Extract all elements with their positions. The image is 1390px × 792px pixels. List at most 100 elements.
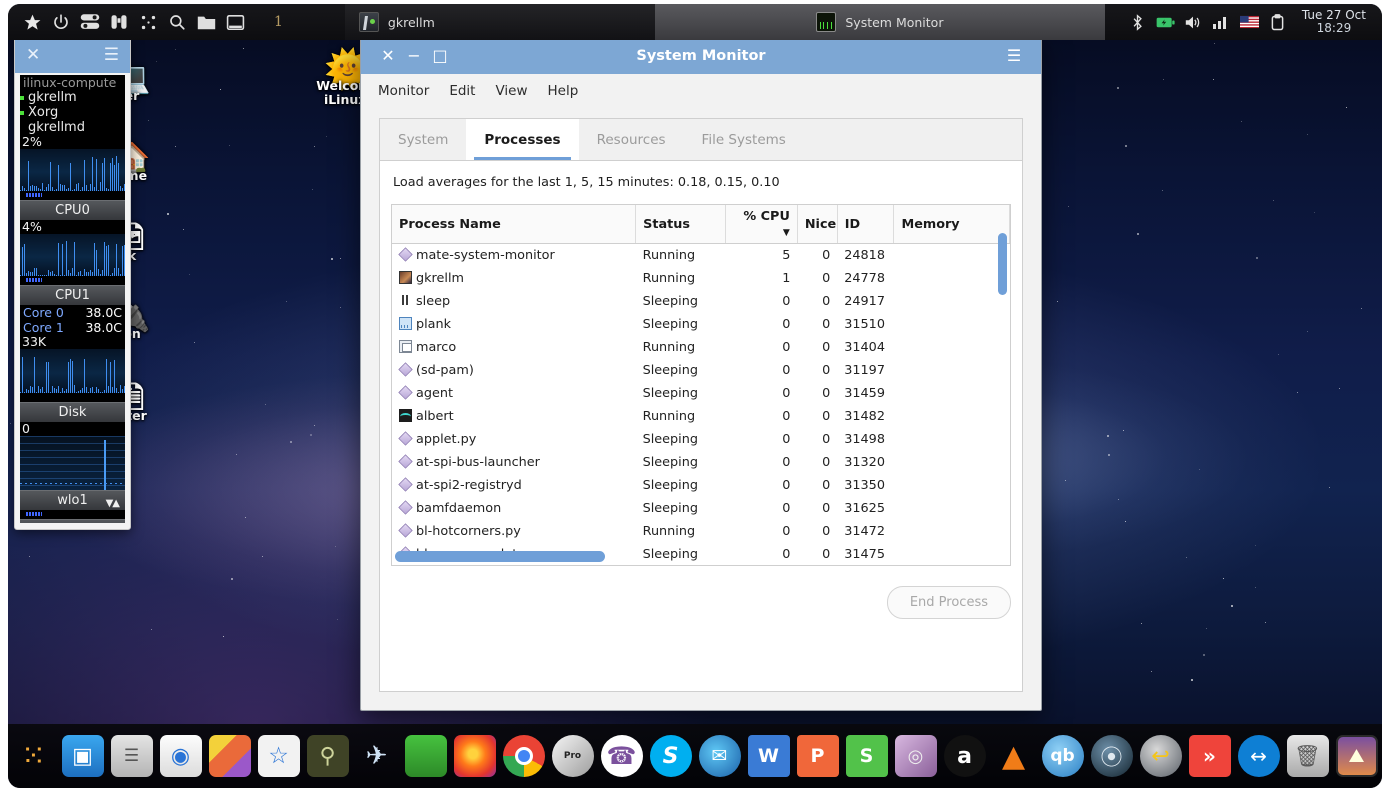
menu-edit[interactable]: Edit [449, 83, 475, 99]
table-row[interactable]: gkrellm Running 1 0 24778 [392, 267, 1010, 290]
binoculars-icon[interactable] [109, 12, 129, 32]
menu-help[interactable]: Help [548, 83, 579, 99]
volume-icon[interactable] [1184, 13, 1203, 32]
bluetooth-icon[interactable] [1128, 13, 1147, 32]
tab-system[interactable]: System [380, 119, 466, 160]
tab-file-systems[interactable]: File Systems [684, 119, 804, 160]
dock-item-dots-app[interactable]: ⁙ [13, 735, 55, 777]
menu-monitor[interactable]: Monitor [378, 83, 429, 99]
dock-item-image-viewer[interactable]: ⛰ [1335, 735, 1378, 777]
table-row[interactable]: (sd-pam) Sleeping 0 0 31197 [392, 359, 1010, 382]
table-row[interactable]: applet.py Sleeping 0 0 31498 [392, 428, 1010, 451]
table-body[interactable]: mate-system-monitor Running 5 0 24818 gkrellm… [392, 244, 1010, 567]
table-row[interactable]: agent Sleeping 0 0 31459 [392, 382, 1010, 405]
col-memory[interactable]: Memory [893, 205, 1010, 244]
clock[interactable]: Tue 27 Oct 18:29 [1296, 9, 1374, 35]
table-row[interactable]: sleep Sleeping 0 0 24917 [392, 290, 1010, 313]
dock-item-chrome[interactable]: ● [502, 735, 545, 777]
flag-us-icon[interactable] [1239, 13, 1259, 32]
dock-item-qbittorrent[interactable]: qb [1041, 735, 1084, 777]
col-nice[interactable]: Nice [797, 205, 838, 244]
table-row[interactable]: plank Sleeping 0 0 31510 [392, 313, 1010, 336]
star-icon[interactable] [22, 12, 42, 32]
dock-item-anydesk[interactable]: » [1188, 735, 1231, 777]
dock-item-skype[interactable]: S [649, 735, 692, 777]
horizontal-scrollbar[interactable] [395, 551, 994, 562]
dock-item-trash[interactable]: 🗑 [1286, 735, 1329, 777]
dock-item-vlc[interactable]: ▲ [993, 735, 1035, 777]
table-row[interactable]: at-spi-bus-launcher Sleeping 0 0 31320 [392, 451, 1010, 474]
table-row[interactable]: marco Running 0 0 31404 [392, 336, 1010, 359]
dock-item-viber[interactable]: ☎ [600, 735, 643, 777]
tab-resources[interactable]: Resources [579, 119, 684, 160]
apps-grid-icon[interactable] [138, 12, 158, 32]
window-titlebar[interactable]: ✕ − □ System Monitor ☰ [361, 37, 1041, 74]
dock-item-rocket-launcher[interactable]: ✈ [356, 735, 398, 777]
top-panel[interactable]: 1 gkrellm System Monitor Tue 27 Oct 18:2… [8, 4, 1382, 40]
dock-item-amazon[interactable]: a [943, 735, 986, 777]
table-row[interactable]: bamfdaemon Sleeping 0 0 31625 [392, 497, 1010, 520]
desktop[interactable]: 💻 er 🏠 ome 🖻 k 🔌 on 🗎 nter 🗑 Trash 🌞 Wel… [8, 4, 1382, 788]
cpu1-label[interactable]: CPU1 [20, 285, 125, 305]
dock-item-green-pipe[interactable]: ⬛ [404, 735, 447, 777]
dock-item-thunderbird[interactable]: ✉ [698, 735, 741, 777]
dock-item-color-palette[interactable]: ◧ [208, 735, 251, 777]
scrollbar-thumb[interactable] [395, 551, 605, 562]
gkrellm-window[interactable]: ✕ ☰ ilinux-compute gkrellm Xorg gkrellmd… [14, 36, 131, 530]
dock-item-blue-window[interactable]: ▣ [61, 735, 104, 777]
dock-item-software-center[interactable]: ☆ [257, 735, 300, 777]
clipboard-icon[interactable] [1268, 13, 1287, 32]
vertical-scrollbar[interactable] [998, 233, 1007, 563]
col-cpu[interactable]: % CPU ▼ [725, 205, 798, 244]
col-process-name[interactable]: Process Name [392, 205, 637, 244]
minimize-button[interactable]: − [401, 43, 427, 69]
dock-item-wps-presentation[interactable]: P [796, 735, 839, 777]
table-row[interactable]: bl-hotcorners.py Running 0 0 31472 [392, 520, 1010, 543]
table-row[interactable]: albert Running 0 0 31482 [392, 405, 1010, 428]
close-button[interactable]: ✕ [375, 43, 401, 69]
tab-processes[interactable]: Processes [466, 119, 579, 160]
col-status[interactable]: Status [635, 205, 727, 244]
dock-item-webcam-photo[interactable]: ◎ [894, 735, 937, 777]
end-process-button[interactable]: End Process [886, 586, 1011, 619]
table-row[interactable]: mate-system-monitor Running 5 0 24818 [392, 244, 1010, 267]
gkrellm-titlebar[interactable]: ✕ ☰ [15, 37, 130, 73]
dock-item-firefox[interactable]: 🦊 [453, 735, 496, 777]
dock-item-wps-writer[interactable]: W [747, 735, 790, 777]
task-button-system-monitor[interactable]: System Monitor [654, 4, 1105, 40]
hamburger-menu-icon[interactable]: ☰ [104, 46, 119, 64]
dock-item-file-cabinet[interactable]: ☰ [110, 735, 153, 777]
folder-icon[interactable] [196, 12, 216, 32]
cpu0-label[interactable]: CPU0 [20, 200, 125, 220]
process-table-container[interactable]: Process Name Status % CPU ▼ Nice ID Memo… [391, 204, 1011, 566]
gkrellm-body[interactable]: ilinux-compute gkrellm Xorg gkrellmd 2% … [20, 75, 125, 523]
menu-view[interactable]: View [495, 83, 527, 99]
signal-icon[interactable] [1212, 13, 1231, 32]
power-icon[interactable] [51, 12, 71, 32]
dock-item-pro-ball[interactable]: Pro [551, 735, 594, 777]
battery-icon[interactable] [1156, 13, 1175, 32]
mem-label[interactable]: Mem [20, 519, 125, 523]
net-label[interactable]: wlo1 ▼▲ [20, 490, 125, 510]
toggle-icon[interactable] [80, 12, 100, 32]
close-icon[interactable]: ✕ [26, 46, 40, 64]
dock-item-steam[interactable]: ⦿ [1090, 735, 1133, 777]
disk-label[interactable]: Disk [20, 402, 125, 422]
scrollbar-thumb[interactable] [998, 233, 1007, 295]
workspace-indicator[interactable]: 1 [274, 14, 283, 30]
system-monitor-window[interactable]: ✕ − □ System Monitor ☰ Monitor Edit View… [360, 36, 1042, 711]
dock-item-binoculars[interactable]: ⚲ [306, 735, 349, 777]
hamburger-menu-icon[interactable]: ☰ [1001, 43, 1027, 69]
search-icon[interactable] [167, 12, 187, 32]
dock-item-wps-spreadsheet[interactable]: S [845, 735, 888, 777]
table-row[interactable]: at-spi2-registryd Sleeping 0 0 31350 [392, 474, 1010, 497]
task-button-gkrellm[interactable]: gkrellm [344, 4, 655, 40]
dock-item-teamviewer[interactable]: ↔ [1237, 735, 1280, 777]
dock[interactable]: ⭐⁙▣☰◉◧☆⚲✈⬛🦊●Pro☎S✉WPS◎a▲qb⦿↩»↔🗑⛰〰 [8, 724, 1382, 788]
dock-item-settings-toggles[interactable]: ◉ [159, 735, 202, 777]
window-icon[interactable] [225, 12, 245, 32]
col-id[interactable]: ID [837, 205, 895, 244]
dock-item-undo-restore[interactable]: ↩ [1139, 735, 1182, 777]
table-row[interactable]: cajaSleeping0031437 [392, 566, 1010, 567]
maximize-button[interactable]: □ [427, 43, 453, 69]
